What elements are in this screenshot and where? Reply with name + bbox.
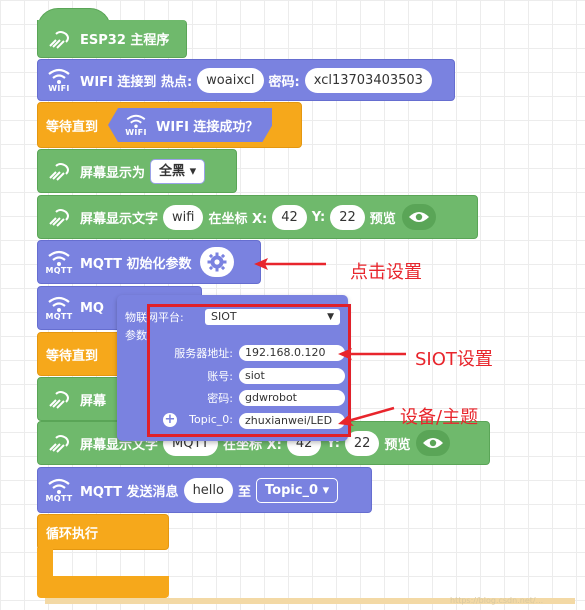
annotation-siot: SIOT设置 [415, 349, 493, 370]
wifi-icon: WIFI [38, 60, 80, 100]
mqtt-send-wifi-icon: MQTT [38, 470, 80, 510]
screen-show-block[interactable]: 屏幕显示为 全黑 ▾ [37, 149, 237, 193]
mqtt-partial-icon-label: MQTT [45, 311, 73, 321]
coord-x-label: 在坐标 X: [208, 211, 268, 227]
topic-dropdown[interactable]: Topic_0 ▾ [256, 477, 339, 503]
wifi-connected-condition[interactable]: WIFI WIFI 连接成功？ [108, 108, 272, 142]
topic-value: Topic_0 [265, 482, 319, 498]
preview2-eye-icon[interactable] [416, 430, 451, 456]
highlight-box [147, 304, 351, 437]
chevron-down-icon: ▾ [189, 163, 197, 179]
mqtt-send-label: MQTT 发送消息 [80, 484, 179, 500]
wifi-icon-label: WIFI [48, 83, 70, 93]
annotation-device: 设备/主题 [400, 407, 479, 428]
loop-block[interactable]: 循环执行 [37, 514, 169, 550]
screen-partial-chip-icon [38, 379, 80, 419]
preview-label: 预览 [369, 211, 396, 227]
screen-color-value: 全黑 [159, 163, 186, 179]
esp32-chip-icon [38, 19, 80, 59]
mqtt-send-block[interactable]: MQTT MQTT 发送消息 hello 至 Topic_0 ▾ [37, 467, 372, 513]
screen-partial-label: 屏幕 [80, 393, 107, 409]
esp32-main-label: ESP32 主程序 [80, 33, 170, 48]
coord-y-label: Y: [311, 209, 326, 225]
loop-bottom-arm [37, 576, 169, 598]
mqtt-partial-label: MQ [80, 300, 104, 316]
mqtt-message-input[interactable]: hello [183, 477, 233, 503]
annotation-click: 点击设置 [350, 262, 422, 283]
mqtt-wifi-icon: MQTT [38, 242, 80, 282]
screen-text-input[interactable]: wifi [163, 204, 204, 230]
screen-chip-icon [38, 151, 80, 191]
preview2-label: 预览 [384, 437, 411, 453]
wifi-connect-label: WIFI 连接到 热点: [80, 74, 193, 90]
mqtt-to-label: 至 [237, 484, 251, 500]
mqtt-send-icon-label: MQTT [45, 493, 73, 503]
wait-partial-label: 等待直到 [46, 348, 99, 364]
screen-show-label: 屏幕显示为 [80, 165, 146, 181]
screen-text2-chip-icon [38, 423, 80, 463]
gear-icon[interactable] [199, 247, 234, 277]
loop-side-arm [37, 548, 53, 578]
arrow-device-icon [338, 406, 395, 426]
wifi-password-label: 密码: [268, 74, 300, 90]
arrow-siot-icon [338, 348, 406, 360]
mqtt-init-label: MQTT 初始化参数 [80, 256, 192, 272]
screen-color-dropdown[interactable]: 全黑 ▾ [150, 158, 206, 184]
preview-eye-icon[interactable] [401, 204, 436, 230]
mqtt-init-block[interactable]: MQTT MQTT 初始化参数 [37, 240, 261, 284]
arrow-click-icon [254, 258, 326, 270]
loop-label: 循环执行 [46, 527, 99, 542]
chevron-down-icon: ▾ [322, 482, 330, 498]
wifi-condition-icon-label: WIFI [125, 127, 147, 137]
esp32-main-block[interactable]: ESP32 主程序 [37, 20, 187, 58]
wifi-password-input[interactable]: xcl13703403503 [304, 67, 432, 93]
watermark: https://blog.csdn.net/... [450, 596, 544, 605]
wifi-ssid-input[interactable]: woaixcl [197, 67, 264, 93]
wifi-condition-icon: WIFI [120, 108, 152, 142]
screen-text-block-1[interactable]: 屏幕显示文字 wifi 在坐标 X: 42 Y: 22 预览 [37, 195, 478, 239]
coord-x-input[interactable]: 42 [272, 204, 307, 230]
mqtt-partial-wifi-icon: MQTT [38, 288, 80, 328]
wait-wifi-block[interactable]: 等待直到 WIFI WIFI 连接成功？ [37, 102, 302, 148]
screen-text-label: 屏幕显示文字 [80, 211, 159, 227]
mqtt-icon-label: MQTT [45, 265, 73, 275]
wifi-connect-block[interactable]: WIFI WIFI 连接到 热点: woaixcl 密码: xcl1370340… [37, 59, 455, 101]
wifi-condition-text: WIFI 连接成功？ [156, 119, 259, 135]
wait-wifi-label: 等待直到 [46, 119, 99, 135]
screen-text-chip-icon [38, 197, 80, 237]
coord-y-input[interactable]: 22 [330, 204, 365, 230]
